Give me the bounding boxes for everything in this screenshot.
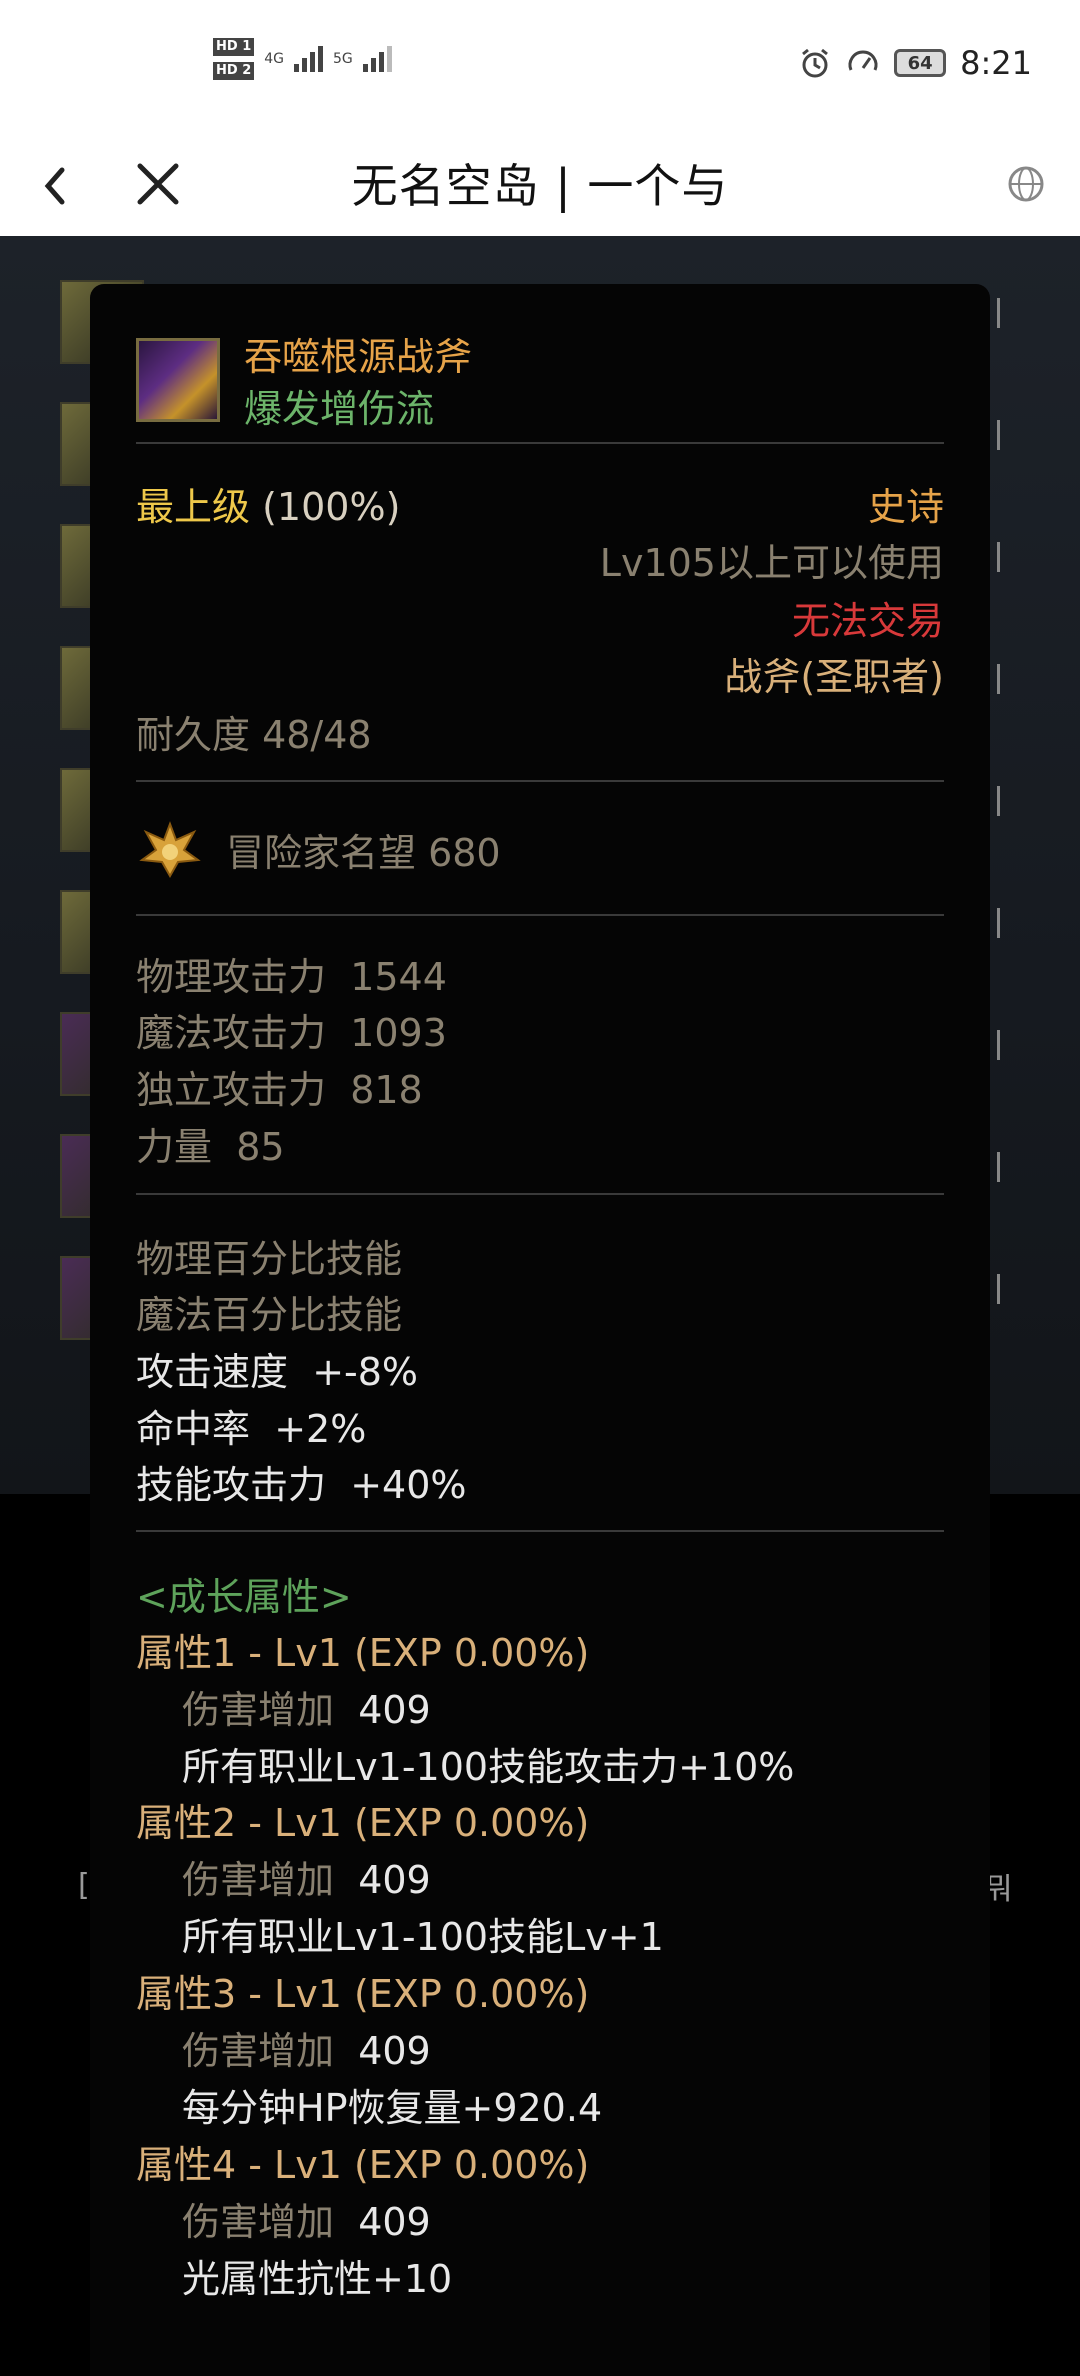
signal-icon-2 <box>362 46 392 72</box>
divider <box>136 780 944 782</box>
divider <box>136 914 944 916</box>
item-build: 爆发增伤流 <box>244 387 435 431</box>
item-tooltip: 吞噬根源战斧 爆发增伤流 最上级 (100%) 史诗 Lv105以上可以使用 无… <box>90 284 990 2376</box>
battery-icon: 64 <box>894 49 947 77</box>
axe-item-icon <box>136 338 220 422</box>
sim1-badge: HD 1 <box>213 38 255 56</box>
stat-row: 独立攻击力 818 <box>136 1068 423 1112</box>
back-arrow-icon[interactable] <box>36 160 76 212</box>
title-bar: 无名空岛 | 一个与 <box>0 136 1080 236</box>
growth-effect: 每分钟HP恢复量+920.4 <box>182 2086 603 2130</box>
rarity: 史诗 <box>867 485 944 529</box>
divider <box>136 442 944 444</box>
growth-effect: 所有职业Lv1-100技能Lv+1 <box>182 1915 664 1959</box>
fame: 冒险家名望 680 <box>226 831 501 875</box>
level-requirement: Lv105以上可以使用 <box>599 541 944 585</box>
page-title: 无名空岛 | 一个与 <box>351 159 729 213</box>
growth-damage: 伤害增加 409 <box>182 1688 431 1732</box>
globe-icon[interactable] <box>1006 154 1046 214</box>
growth-title: 属性4 - Lv1 (EXP 0.00%) <box>136 2143 590 2187</box>
speed-icon <box>848 50 878 71</box>
skill-row: 命中率 +2% <box>136 1407 367 1451</box>
fame-medal-icon <box>139 821 201 879</box>
alarm-icon <box>802 48 829 78</box>
signal-icon <box>294 46 324 72</box>
trade-status: 无法交易 <box>791 599 944 643</box>
skill-row: 攻击速度 +-8% <box>136 1350 419 1394</box>
divider <box>136 1193 944 1195</box>
growth-effect: 所有职业Lv1-100技能攻击力+10% <box>182 1745 795 1789</box>
status-bar: HD 1 HD 2 4G 5G 64 8:21 <box>0 0 1080 136</box>
clock: 8:21 <box>960 44 1032 82</box>
growth-title: 属性3 - Lv1 (EXP 0.00%) <box>136 1972 590 2016</box>
net1-label: 4G <box>264 51 285 67</box>
sim2-badge: HD 2 <box>213 62 255 80</box>
divider <box>136 1530 944 1532</box>
growth-title: 属性2 - Lv1 (EXP 0.00%) <box>136 1801 590 1845</box>
network-indicators: HD 1 HD 2 4G 5G <box>213 38 392 80</box>
growth-damage: 伤害增加 409 <box>182 2200 431 2244</box>
skill-row: 物理百分比技能 <box>136 1237 403 1281</box>
bracket-glyph: [ <box>78 1868 90 1903</box>
close-icon[interactable] <box>134 154 182 214</box>
growth-header: <成长属性> <box>136 1575 352 1619</box>
stat-row: 物理攻击力 1544 <box>136 955 447 999</box>
item-name: 吞噬根源战斧 <box>244 335 473 379</box>
status-right: 64 8:21 <box>798 44 1032 82</box>
durability: 耐久度 48/48 <box>136 713 372 757</box>
net2-label: 5G <box>333 51 353 67</box>
growth-damage: 伤害增加 409 <box>182 2029 431 2073</box>
stat-row: 力量 85 <box>136 1125 285 1169</box>
weapon-type: 战斧(圣职者) <box>724 655 944 699</box>
growth-title: 属性1 - Lv1 (EXP 0.00%) <box>136 1631 590 1675</box>
growth-effect: 光属性抗性+10 <box>182 2257 453 2301</box>
skill-row: 技能攻击力 +40% <box>136 1463 467 1507</box>
skill-row: 魔法百分比技能 <box>136 1293 403 1337</box>
growth-damage: 伤害增加 409 <box>182 1858 431 1902</box>
stat-row: 魔法攻击力 1093 <box>136 1011 447 1055</box>
